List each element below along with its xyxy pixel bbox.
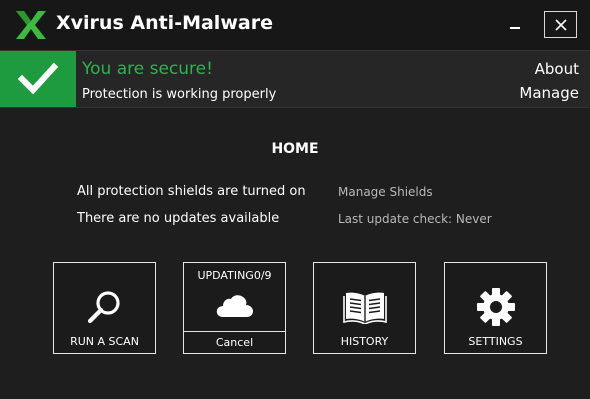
updates-status-text: There are no updates available <box>77 211 280 226</box>
run-scan-label: RUN A SCAN <box>70 335 139 348</box>
gear-icon <box>476 288 515 326</box>
settings-label: SETTINGS <box>468 335 523 348</box>
xvirus-logo-icon <box>16 11 46 39</box>
history-button[interactable]: HISTORY <box>313 262 416 354</box>
manage-shields-link[interactable]: Manage Shields <box>338 185 433 199</box>
history-label: HISTORY <box>340 335 389 348</box>
close-button[interactable] <box>544 11 577 38</box>
magnifier-icon <box>87 291 120 324</box>
run-scan-button[interactable]: RUN A SCAN <box>53 262 156 354</box>
status-check-tile <box>0 51 76 107</box>
manage-link[interactable]: Manage <box>519 84 579 102</box>
status-title: You are secure! <box>82 59 213 79</box>
app-title: Xvirus Anti-Malware <box>56 12 273 34</box>
status-banner: You are secure! Protection is working pr… <box>0 50 590 108</box>
last-update-text: Last update check: Never <box>338 212 492 226</box>
shields-status-text: All protection shields are turned on <box>77 184 306 199</box>
close-icon <box>555 19 567 31</box>
minimize-button[interactable] <box>502 13 528 37</box>
checkmark-icon <box>18 62 58 95</box>
minimize-icon <box>510 27 520 29</box>
app-window: Xvirus Anti-Malware You are secure! Prot… <box>0 0 590 399</box>
about-link[interactable]: About <box>535 60 579 78</box>
update-status-label: UPDATING0/9 <box>197 269 272 282</box>
status-subtitle: Protection is working properly <box>82 87 277 102</box>
cancel-update-button[interactable]: Cancel <box>184 332 285 353</box>
cloud-icon <box>216 295 253 317</box>
title-bar: Xvirus Anti-Malware <box>0 0 590 50</box>
page-title: HOME <box>271 141 319 157</box>
book-icon <box>342 292 387 324</box>
update-tile: UPDATING0/9 Cancel <box>183 262 286 354</box>
settings-button[interactable]: SETTINGS <box>444 262 547 354</box>
